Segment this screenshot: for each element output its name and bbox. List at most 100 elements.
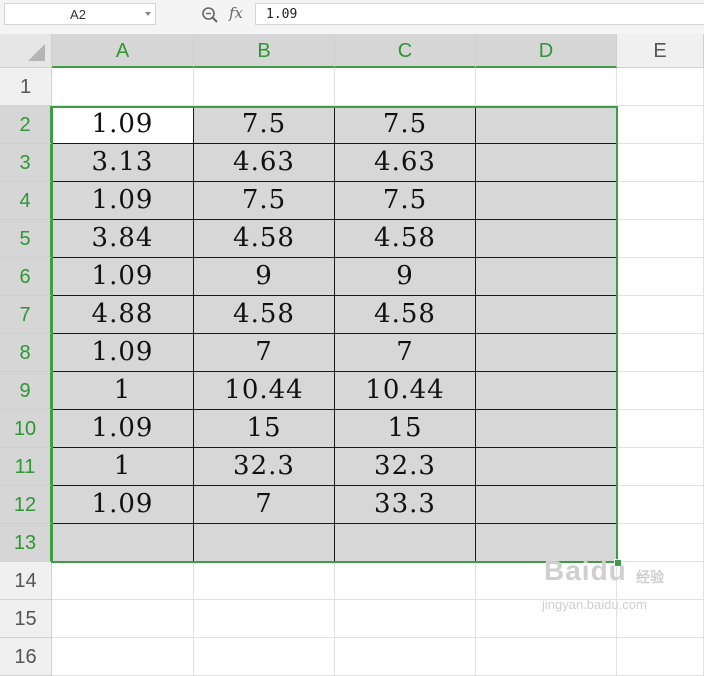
cell-c7[interactable]: 4.58 bbox=[335, 296, 476, 334]
cell-b9[interactable]: 10.44 bbox=[194, 372, 335, 410]
cell-c10[interactable]: 15 bbox=[335, 410, 476, 448]
cell-a14[interactable] bbox=[52, 562, 194, 600]
cell-c8[interactable]: 7 bbox=[335, 334, 476, 372]
cell-b5[interactable]: 4.58 bbox=[194, 220, 335, 258]
cell-b7[interactable]: 4.58 bbox=[194, 296, 335, 334]
cell-a3[interactable]: 3.13 bbox=[52, 144, 194, 182]
row-header-16[interactable]: 16 bbox=[0, 638, 52, 676]
row-header-11[interactable]: 11 bbox=[0, 448, 52, 486]
select-all-corner[interactable] bbox=[0, 34, 52, 68]
cell-c15[interactable] bbox=[335, 600, 476, 638]
cell-e3[interactable] bbox=[617, 144, 704, 182]
row-header-7[interactable]: 7 bbox=[0, 296, 52, 334]
cell-e12[interactable] bbox=[617, 486, 704, 524]
cell-d3[interactable] bbox=[476, 144, 617, 182]
column-header-e[interactable]: E bbox=[617, 34, 704, 68]
cell-a16[interactable] bbox=[52, 638, 194, 676]
cell-c14[interactable] bbox=[335, 562, 476, 600]
cell-c2[interactable]: 7.5 bbox=[335, 106, 476, 144]
cell-c12[interactable]: 33.3 bbox=[335, 486, 476, 524]
cell-a2[interactable]: 1.09 bbox=[52, 106, 194, 144]
cell-b16[interactable] bbox=[194, 638, 335, 676]
formula-input[interactable]: 1.09 bbox=[255, 3, 704, 25]
cell-a5[interactable]: 3.84 bbox=[52, 220, 194, 258]
cell-c3[interactable]: 4.63 bbox=[335, 144, 476, 182]
row-header-9[interactable]: 9 bbox=[0, 372, 52, 410]
row-header-12[interactable]: 12 bbox=[0, 486, 52, 524]
row-header-5[interactable]: 5 bbox=[0, 220, 52, 258]
cell-c9[interactable]: 10.44 bbox=[335, 372, 476, 410]
column-header-a[interactable]: A bbox=[52, 34, 194, 68]
cell-c16[interactable] bbox=[335, 638, 476, 676]
cell-e10[interactable] bbox=[617, 410, 704, 448]
row-header-13[interactable]: 13 bbox=[0, 524, 52, 562]
name-box[interactable]: A2 bbox=[4, 3, 156, 25]
cell-e2[interactable] bbox=[617, 106, 704, 144]
cell-e16[interactable] bbox=[617, 638, 704, 676]
row-header-8[interactable]: 8 bbox=[0, 334, 52, 372]
cell-a9[interactable]: 1 bbox=[52, 372, 194, 410]
cell-a4[interactable]: 1.09 bbox=[52, 182, 194, 220]
column-header-d[interactable]: D bbox=[476, 34, 617, 68]
cell-e15[interactable] bbox=[617, 600, 704, 638]
cell-a8[interactable]: 1.09 bbox=[52, 334, 194, 372]
cell-d14[interactable] bbox=[476, 562, 617, 600]
cell-a13[interactable] bbox=[52, 524, 194, 562]
cell-a12[interactable]: 1.09 bbox=[52, 486, 194, 524]
cell-b12[interactable]: 7 bbox=[194, 486, 335, 524]
cell-e11[interactable] bbox=[617, 448, 704, 486]
cell-e8[interactable] bbox=[617, 334, 704, 372]
cell-d1[interactable] bbox=[476, 68, 617, 106]
cell-e4[interactable] bbox=[617, 182, 704, 220]
cell-d11[interactable] bbox=[476, 448, 617, 486]
cell-e14[interactable] bbox=[617, 562, 704, 600]
cell-d12[interactable] bbox=[476, 486, 617, 524]
cell-e13[interactable] bbox=[617, 524, 704, 562]
cell-d2[interactable] bbox=[476, 106, 617, 144]
cell-c4[interactable]: 7.5 bbox=[335, 182, 476, 220]
column-header-b[interactable]: B bbox=[194, 34, 335, 68]
row-header-10[interactable]: 10 bbox=[0, 410, 52, 448]
row-header-4[interactable]: 4 bbox=[0, 182, 52, 220]
row-header-2[interactable]: 2 bbox=[0, 106, 52, 144]
cell-b14[interactable] bbox=[194, 562, 335, 600]
cell-b6[interactable]: 9 bbox=[194, 258, 335, 296]
cell-c13[interactable] bbox=[335, 524, 476, 562]
cell-d15[interactable] bbox=[476, 600, 617, 638]
cell-b4[interactable]: 7.5 bbox=[194, 182, 335, 220]
cell-d16[interactable] bbox=[476, 638, 617, 676]
cell-e5[interactable] bbox=[617, 220, 704, 258]
cell-a11[interactable]: 1 bbox=[52, 448, 194, 486]
cell-c1[interactable] bbox=[335, 68, 476, 106]
cell-e7[interactable] bbox=[617, 296, 704, 334]
cell-a6[interactable]: 1.09 bbox=[52, 258, 194, 296]
row-header-6[interactable]: 6 bbox=[0, 258, 52, 296]
cell-d9[interactable] bbox=[476, 372, 617, 410]
row-header-14[interactable]: 14 bbox=[0, 562, 52, 600]
cell-b2[interactable]: 7.5 bbox=[194, 106, 335, 144]
cell-a15[interactable] bbox=[52, 600, 194, 638]
cell-a1[interactable] bbox=[52, 68, 194, 106]
cell-e9[interactable] bbox=[617, 372, 704, 410]
fx-icon[interactable]: fx bbox=[229, 4, 243, 22]
cell-b10[interactable]: 15 bbox=[194, 410, 335, 448]
row-header-15[interactable]: 15 bbox=[0, 600, 52, 638]
fill-handle[interactable] bbox=[614, 559, 622, 567]
cell-d10[interactable] bbox=[476, 410, 617, 448]
cell-d5[interactable] bbox=[476, 220, 617, 258]
cell-b13[interactable] bbox=[194, 524, 335, 562]
row-header-3[interactable]: 3 bbox=[0, 144, 52, 182]
cell-e6[interactable] bbox=[617, 258, 704, 296]
cell-b1[interactable] bbox=[194, 68, 335, 106]
cell-c11[interactable]: 32.3 bbox=[335, 448, 476, 486]
cell-d8[interactable] bbox=[476, 334, 617, 372]
zoom-icon[interactable] bbox=[201, 6, 219, 24]
cell-a10[interactable]: 1.09 bbox=[52, 410, 194, 448]
cell-e1[interactable] bbox=[617, 68, 704, 106]
cell-d13[interactable] bbox=[476, 524, 617, 562]
cell-c6[interactable]: 9 bbox=[335, 258, 476, 296]
cell-b8[interactable]: 7 bbox=[194, 334, 335, 372]
cell-d4[interactable] bbox=[476, 182, 617, 220]
cell-b15[interactable] bbox=[194, 600, 335, 638]
cell-d7[interactable] bbox=[476, 296, 617, 334]
